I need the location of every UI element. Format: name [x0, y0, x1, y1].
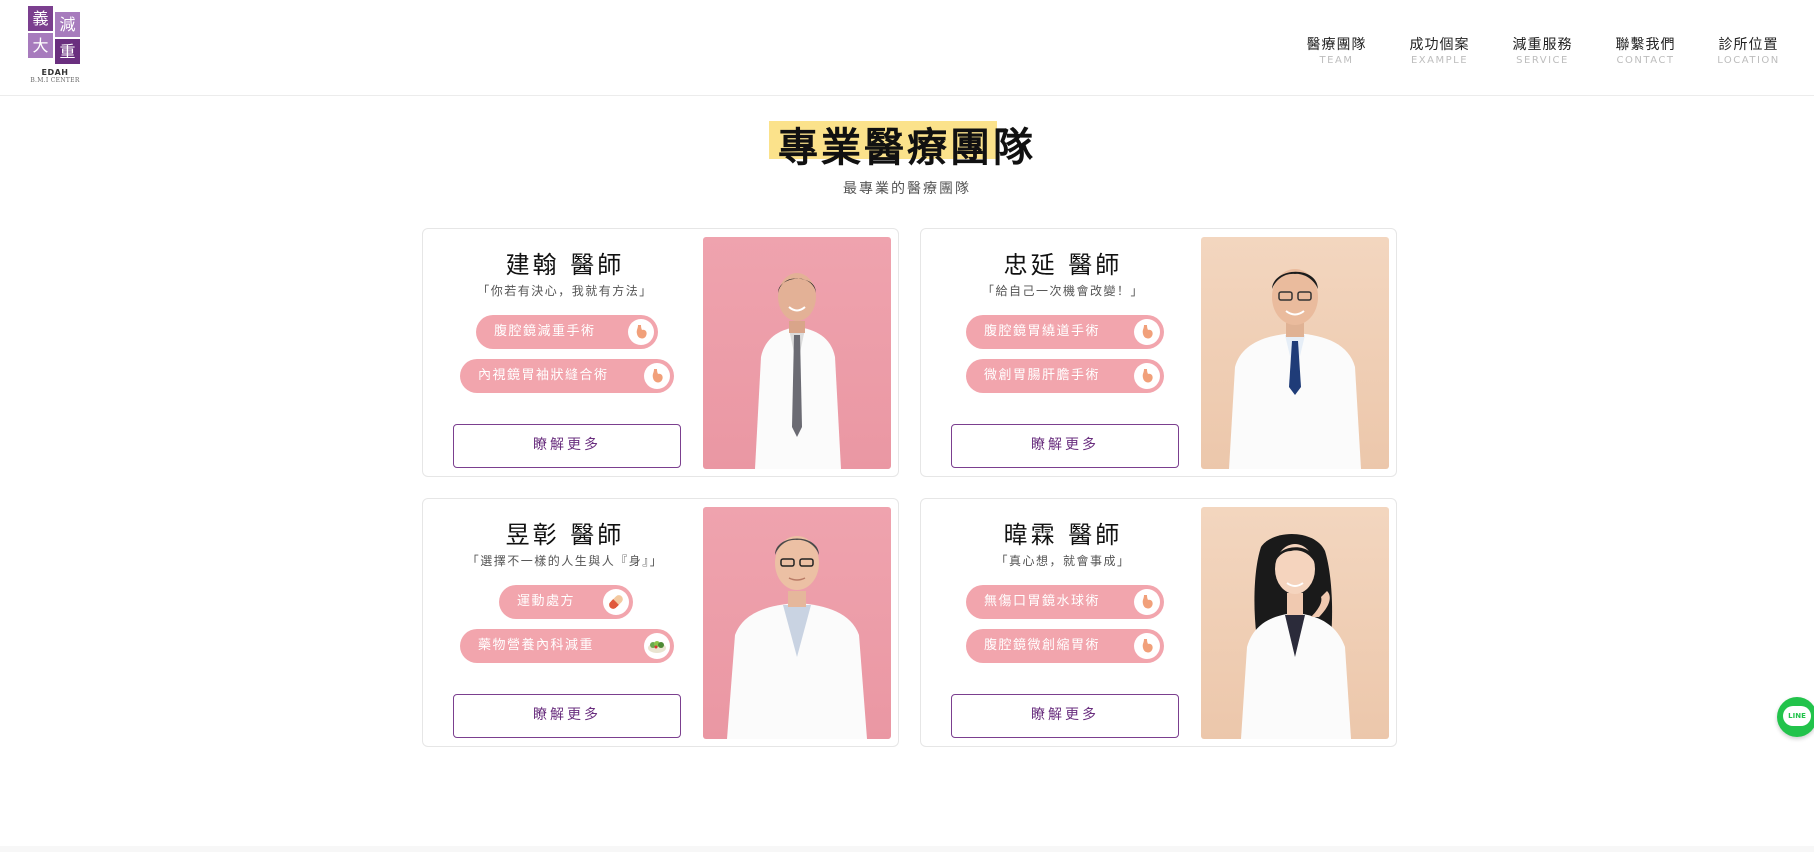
nav-sublabel: SERVICE: [1516, 55, 1569, 66]
learn-more-button[interactable]: 瞭解更多: [951, 424, 1179, 468]
nav-item-example[interactable]: 成功個案 EXAMPLE: [1388, 34, 1491, 66]
doctor-photo: [1201, 237, 1389, 469]
stomach-icon: [1134, 589, 1160, 615]
footer-edge: [0, 846, 1814, 852]
doctor-card: 昱彰 醫師 「選擇不一樣的人生與人『身』」 運動處方 藥物營養內科減重 瞭解更多: [422, 498, 899, 747]
main-nav: 醫療團隊 TEAM 成功個案 EXAMPLE 減重服務 SERVICE 聯繫我們…: [1285, 34, 1800, 66]
brand-logo[interactable]: 義 減 大 重 EDAH B.M.I CENTER: [28, 6, 82, 84]
page-title: 專業醫療團隊: [778, 125, 1036, 171]
salad-icon: [644, 633, 670, 659]
site-header: 義 減 大 重 EDAH B.M.I CENTER 醫療團隊 TEAM 成功個案…: [0, 0, 1814, 96]
tag-label: 腹腔鏡微創縮胃術: [984, 638, 1101, 653]
nav-sublabel: CONTACT: [1616, 55, 1675, 66]
doctor-info: 昱彰 醫師 「選擇不一樣的人生與人『身』」 運動處方 藥物營養內科減重 瞭解更多: [423, 499, 707, 746]
pill-icon: [603, 589, 629, 615]
specialty-tag[interactable]: 腹腔鏡胃繞道手術: [966, 315, 1164, 349]
learn-more-button[interactable]: 瞭解更多: [951, 694, 1179, 738]
doctor-name: 建翰 醫師: [505, 251, 625, 279]
nav-sublabel: EXAMPLE: [1410, 55, 1469, 66]
doctor-photo: [703, 237, 891, 469]
nav-label: 聯繫我們: [1615, 37, 1676, 53]
doctor-name: 忠延 醫師: [1003, 251, 1123, 279]
logo-char: 義: [28, 6, 53, 31]
logo-mark: 義 減 大 重: [28, 6, 82, 64]
tag-label: 腹腔鏡減重手術: [494, 324, 596, 339]
stomach-icon: [1134, 319, 1160, 345]
doctor-quote: 「給自己一次機會改變！」: [981, 284, 1144, 298]
line-icon: LINE: [1783, 706, 1811, 726]
specialty-tag[interactable]: 微創胃腸肝膽手術: [966, 359, 1164, 393]
tag-label: 內視鏡胃袖狀縫合術: [478, 368, 609, 383]
learn-more-button[interactable]: 瞭解更多: [453, 424, 681, 468]
nav-label: 診所位置: [1718, 37, 1779, 53]
nav-item-service[interactable]: 減重服務 SERVICE: [1491, 34, 1594, 66]
doctor-photo: [703, 507, 891, 739]
specialty-tag[interactable]: 內視鏡胃袖狀縫合術: [460, 359, 674, 393]
doctor-card: 暐霖 醫師 「真心想，就會事成」 無傷口胃鏡水球術 腹腔鏡微創縮胃術 瞭解更多: [920, 498, 1397, 747]
doctor-quote: 「真心想，就會事成」: [995, 554, 1131, 568]
doctor-card: 忠延 醫師 「給自己一次機會改變！」 腹腔鏡胃繞道手術 微創胃腸肝膽手術 瞭解更…: [920, 228, 1397, 477]
logo-subtitle: B.M.I CENTER: [30, 77, 80, 84]
nav-label: 醫療團隊: [1306, 37, 1367, 53]
line-chat-button[interactable]: LINE: [1777, 697, 1814, 737]
section-header: 專業醫療團隊 最專業的醫療團隊: [0, 120, 1814, 198]
doctor-name: 暐霖 醫師: [1003, 521, 1123, 549]
tag-label: 藥物營養內科減重: [478, 638, 595, 653]
nav-label: 減重服務: [1512, 37, 1573, 53]
specialty-tag[interactable]: 腹腔鏡減重手術: [476, 315, 658, 349]
logo-char: 重: [55, 39, 80, 64]
tag-label: 無傷口胃鏡水球術: [984, 594, 1101, 609]
logo-en-name: EDAH: [41, 68, 69, 77]
tag-label: 腹腔鏡胃繞道手術: [984, 324, 1101, 339]
doctor-photo: [1201, 507, 1389, 739]
nav-item-team[interactable]: 醫療團隊 TEAM: [1285, 34, 1388, 66]
tag-label: 微創胃腸肝膽手術: [984, 368, 1101, 383]
stomach-icon: [628, 319, 654, 345]
nav-sublabel: TEAM: [1319, 55, 1354, 66]
specialty-tag[interactable]: 腹腔鏡微創縮胃術: [966, 629, 1164, 663]
doctor-name: 昱彰 醫師: [505, 521, 625, 549]
stomach-icon: [1134, 363, 1160, 389]
doctor-card: 建翰 醫師 「你若有決心，我就有方法」 腹腔鏡減重手術 內視鏡胃袖狀縫合術 瞭解…: [422, 228, 899, 477]
doctor-quote: 「選擇不一樣的人生與人『身』」: [466, 554, 664, 568]
learn-more-button[interactable]: 瞭解更多: [453, 694, 681, 738]
nav-label: 成功個案: [1409, 37, 1470, 53]
stomach-icon: [1134, 633, 1160, 659]
doctor-info: 建翰 醫師 「你若有決心，我就有方法」 腹腔鏡減重手術 內視鏡胃袖狀縫合術 瞭解…: [423, 229, 707, 476]
doctor-info: 忠延 醫師 「給自己一次機會改變！」 腹腔鏡胃繞道手術 微創胃腸肝膽手術 瞭解更…: [921, 229, 1205, 476]
stomach-icon: [644, 363, 670, 389]
specialty-tag[interactable]: 藥物營養內科減重: [460, 629, 674, 663]
specialty-tag[interactable]: 無傷口胃鏡水球術: [966, 585, 1164, 619]
doctor-quote: 「你若有決心，我就有方法」: [477, 284, 653, 298]
page-subtitle: 最專業的醫療團隊: [843, 181, 971, 197]
doctor-info: 暐霖 醫師 「真心想，就會事成」 無傷口胃鏡水球術 腹腔鏡微創縮胃術 瞭解更多: [921, 499, 1205, 746]
specialty-tag[interactable]: 運動處方: [499, 585, 633, 619]
nav-item-contact[interactable]: 聯繫我們 CONTACT: [1594, 34, 1697, 66]
nav-sublabel: LOCATION: [1717, 55, 1780, 66]
nav-item-location[interactable]: 診所位置 LOCATION: [1697, 34, 1800, 66]
logo-char: 大: [28, 33, 53, 58]
tag-label: 運動處方: [517, 594, 576, 609]
logo-char: 減: [55, 12, 80, 37]
